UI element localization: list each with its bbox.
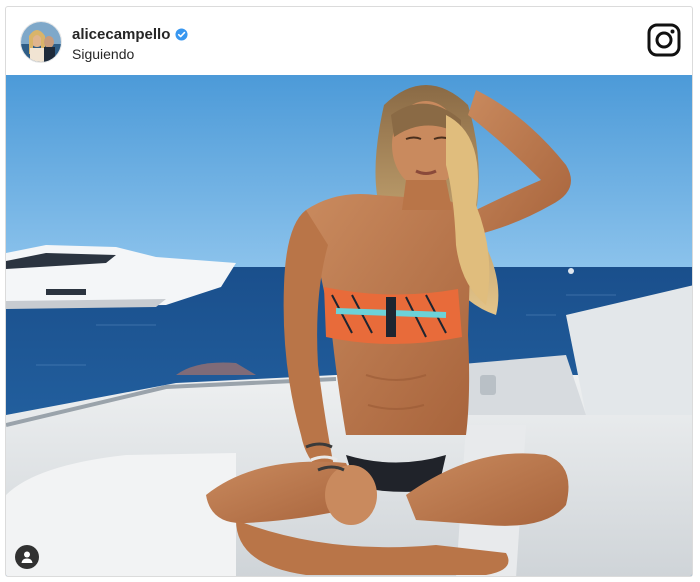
instagram-logo-icon[interactable] [647, 23, 681, 57]
user-tag-button[interactable] [15, 545, 39, 569]
verified-badge-icon [175, 27, 188, 41]
post-photo[interactable] [6, 75, 692, 576]
username-link[interactable]: alicecampello [72, 26, 170, 43]
user-info: alicecampello Siguiendo [72, 24, 188, 62]
username-row: alicecampello [72, 24, 188, 44]
post-header: alicecampello Siguiendo [6, 7, 692, 75]
photo-illustration [6, 75, 692, 576]
instagram-embed-post: alicecampello Siguiendo [5, 6, 693, 577]
user-tag-icon [21, 551, 33, 563]
avatar[interactable] [20, 21, 62, 63]
follow-status[interactable]: Siguiendo [72, 46, 188, 62]
avatar-image [21, 22, 61, 62]
